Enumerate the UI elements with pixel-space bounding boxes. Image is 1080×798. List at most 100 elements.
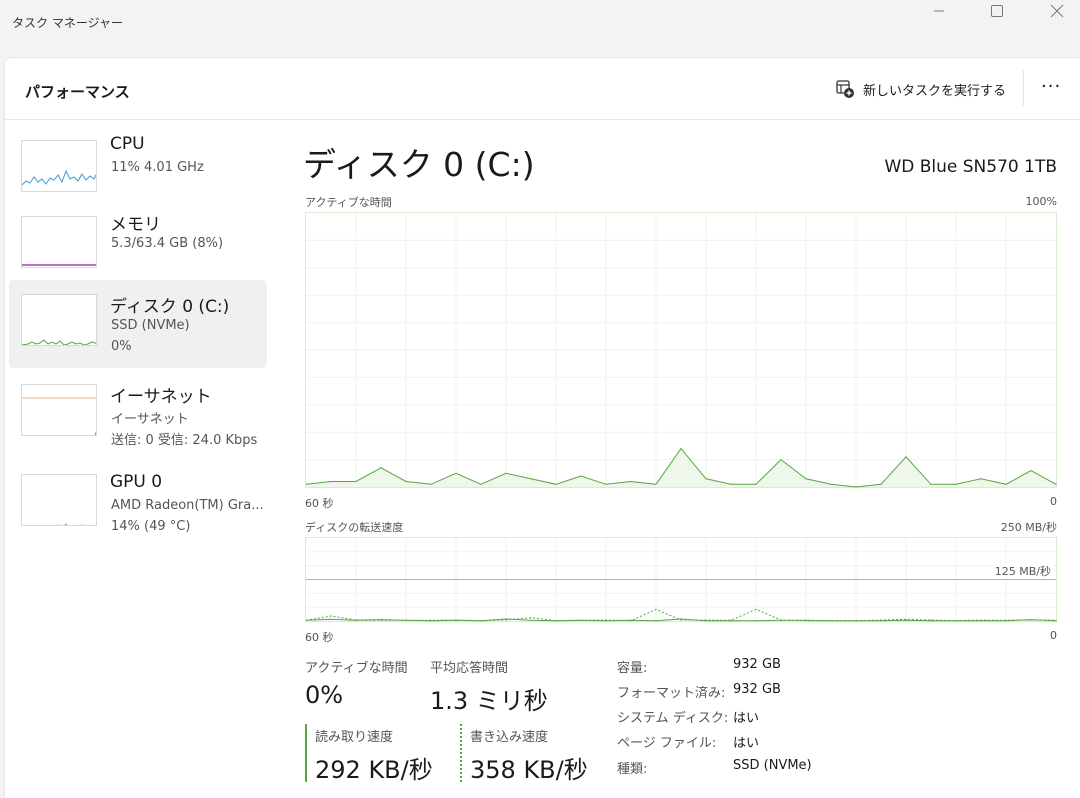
command-separator (1023, 70, 1024, 106)
sidebar-item-detail: AMD Radeon(TM) Gra... (111, 498, 264, 513)
sidebar-item-name: CPU (110, 134, 145, 154)
read-speed-value: 292 KB/秒 (315, 756, 433, 784)
write-speed-label: 書き込み速度 (470, 730, 549, 745)
new-task-label: 新しいタスクを実行する (863, 83, 1007, 99)
sidebar-item-memory[interactable]: メモリ 5.3/63.4 GB (8%) (9, 198, 267, 286)
disk-detail-view: ディスク 0 (C:) WD Blue SN570 1TB アクティブな時間 1… (275, 120, 1080, 798)
sidebar-item-disk-0[interactable]: ディスク 0 (C:) SSD (NVMe) 0% (9, 280, 267, 368)
page-title: パフォーマンス (25, 83, 130, 101)
cpu-thumbnail-line (22, 169, 96, 186)
sidebar-item-ethernet[interactable]: イーサネット イーサネット 送信: 0 受信: 24.0 Kbps (9, 370, 267, 458)
data-point (455, 472, 457, 474)
data-point (330, 480, 332, 483)
data-point (1055, 483, 1057, 485)
data-point (430, 483, 432, 485)
transfer-graph-label: ディスクの転送速度 (305, 521, 404, 534)
data-point (430, 619, 432, 621)
data-point (855, 620, 857, 622)
close-button[interactable] (1034, 0, 1080, 22)
data-point (805, 620, 807, 622)
data-point (1005, 619, 1007, 621)
data-point (780, 619, 782, 621)
data-point (505, 619, 507, 621)
data-point (680, 448, 682, 450)
sidebar-item-detail: イーサネット (111, 412, 189, 427)
data-point (555, 620, 557, 622)
capacity-key: 容量: (617, 661, 648, 676)
maximize-icon (991, 5, 1003, 17)
type-value: SSD (NVMe) (733, 758, 812, 773)
formatted-key: フォーマット済み: (617, 686, 726, 701)
sidebar-item-gpu-0[interactable]: GPU 0 AMD Radeon(TM) Gra... 14% (49 °C) (9, 460, 267, 548)
sidebar: CPU 11% 4.01 GHz メモリ 5.3/63.4 GB (8%) ディ… (5, 120, 275, 798)
more-options-button[interactable]: ··· (1041, 76, 1061, 97)
active-time-chart (306, 213, 1057, 488)
data-point (405, 480, 407, 483)
maximize-button[interactable] (974, 0, 1020, 22)
data-point (905, 456, 907, 458)
data-point (930, 619, 932, 621)
capacity-value: 932 GB (733, 657, 781, 672)
data-point (655, 620, 657, 622)
data-point (380, 618, 382, 620)
title-bar: タスク マネージャー (0, 0, 1080, 46)
system-disk-value: はい (733, 711, 760, 726)
data-point (830, 483, 832, 485)
formatted-value: 932 GB (733, 682, 781, 697)
active-time-min-label: 0 (1050, 495, 1057, 508)
data-point (655, 483, 657, 485)
data-point (505, 472, 507, 474)
minimize-icon (934, 10, 944, 12)
data-point (355, 480, 357, 483)
sidebar-item-detail: SSD (NVMe) (111, 318, 190, 333)
series-area (306, 448, 1056, 487)
ethernet-thumbnail-line (22, 397, 96, 435)
data-point (655, 608, 657, 610)
sidebar-item-usage: 0% (111, 339, 132, 354)
new-task-button[interactable]: 新しいタスクを実行する (835, 77, 1006, 101)
read-speed-label: 読み取り速度 (315, 730, 394, 745)
avg-response-stat-value: 1.3 ミリ秒 (430, 687, 548, 715)
data-point (555, 483, 557, 485)
gpu-thumbnail-graph (21, 474, 97, 526)
close-icon (1050, 4, 1064, 18)
avg-response-stat-label: 平均応答時間 (430, 661, 509, 676)
data-point (780, 459, 782, 461)
data-point (580, 619, 582, 621)
active-time-graph (305, 212, 1057, 488)
data-point (855, 486, 857, 488)
data-point (480, 483, 482, 485)
write-speed-marker (460, 724, 462, 782)
data-point (1055, 619, 1057, 621)
data-point (705, 619, 707, 621)
data-point (705, 478, 707, 480)
sidebar-item-name: GPU 0 (110, 472, 163, 492)
main-panel: パフォーマンス 新しいタスクを実行する ··· CPU 11% 4.01 GHz (4, 57, 1080, 798)
ethernet-thumbnail-graph (21, 384, 97, 436)
data-point (405, 619, 407, 621)
data-point (905, 618, 907, 620)
data-point (805, 478, 807, 480)
disk-model: WD Blue SN570 1TB (884, 157, 1057, 177)
data-point (730, 619, 732, 621)
sidebar-item-name: メモリ (110, 215, 161, 235)
write-speed-value: 358 KB/秒 (470, 756, 588, 784)
active-time-graph-label: アクティブな時間 (305, 196, 392, 209)
data-point (880, 619, 882, 621)
data-point (1005, 483, 1007, 485)
memory-thumbnail-line (22, 264, 96, 266)
data-point (955, 483, 957, 485)
gpu-thumbnail-line (57, 523, 83, 525)
data-point (330, 618, 332, 620)
disk-title: ディスク 0 (C:) (303, 145, 535, 184)
command-bar: パフォーマンス 新しいタスクを実行する ··· (5, 58, 1080, 120)
data-point (1030, 470, 1032, 472)
page-file-value: はい (733, 736, 760, 751)
data-point (755, 483, 757, 485)
data-point (880, 483, 882, 485)
sidebar-item-name: ディスク 0 (C:) (110, 297, 230, 317)
minimize-button[interactable] (916, 0, 962, 22)
sidebar-item-cpu[interactable]: CPU 11% 4.01 GHz (9, 122, 267, 210)
active-time-stat-label: アクティブな時間 (305, 661, 408, 676)
disk-thumbnail-graph (21, 294, 97, 346)
